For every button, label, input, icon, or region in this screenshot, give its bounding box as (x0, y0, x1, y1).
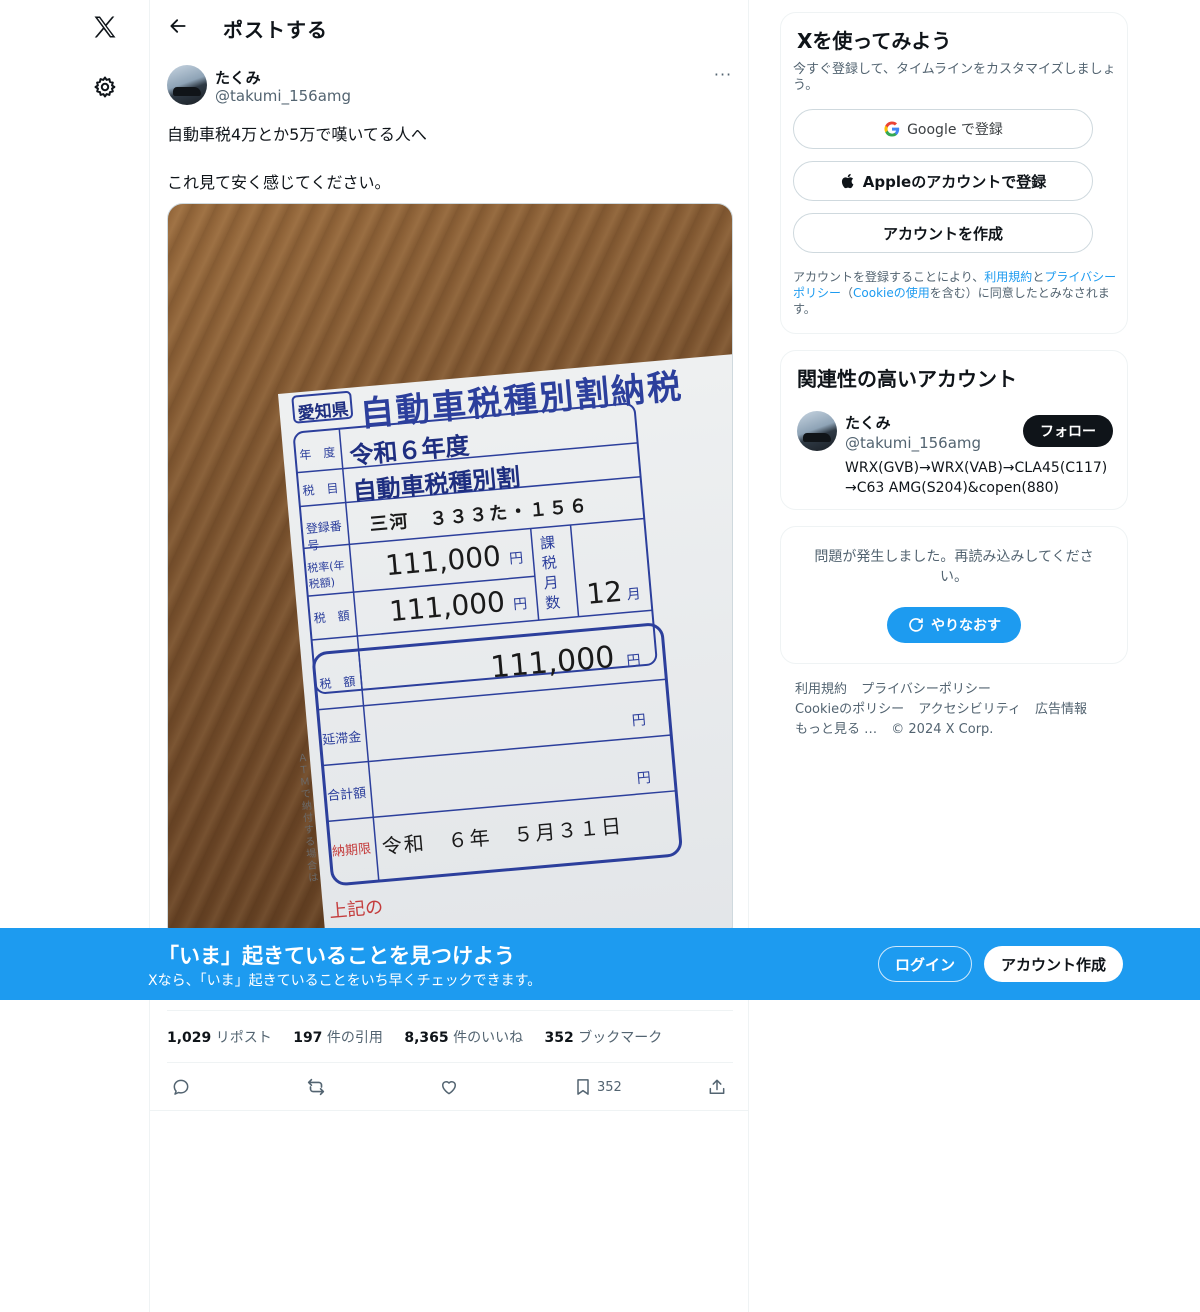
banner-title: 「いま」起きていることを見つけよう (158, 944, 515, 968)
rate-label: 税率(年税額) (306, 558, 346, 592)
apple-icon (840, 172, 857, 190)
retry-button[interactable]: やりなおす (887, 607, 1021, 643)
footer-link-ads[interactable]: 広告情報 (1035, 702, 1087, 717)
apple-signup-button[interactable]: Appleのアカウントで登録 (793, 161, 1093, 201)
footer-link-accessibility[interactable]: アクセシビリティ (918, 702, 1021, 717)
month-unit: 月 (626, 586, 642, 604)
avatar[interactable] (797, 411, 837, 451)
yen-unit: 円 (631, 712, 647, 730)
legal-text: アカウントを登録することにより、利用規約とプライバシーポリシー（Cookieの使… (793, 270, 1117, 316)
google-signup-button[interactable]: Google で登録 (793, 109, 1093, 149)
create-account-banner-button[interactable]: アカウント作成 (984, 946, 1123, 982)
year-label: 年 度 (298, 445, 336, 463)
create-account-button[interactable]: アカウントを作成 (793, 213, 1093, 253)
tax-notice-paper: 愛知県 自動車税種別割納税 年 度 令和６年度 税 目 自動車税種別割 登録番号… (278, 348, 732, 942)
left-nav (0, 0, 150, 1312)
tax-item-label: 税 目 (301, 481, 340, 499)
author-handle[interactable]: @takumi_156amg (215, 87, 351, 105)
yen-unit: 円 (636, 769, 652, 788)
signup-banner: 「いま」起きていることを見つけよう Xなら、「いま」起きていることをいち早くチェ… (0, 928, 1200, 1000)
divider (167, 1010, 733, 1011)
terms-link[interactable]: 利用規約 (984, 270, 1032, 284)
footer-link-more[interactable]: もっと見る … (795, 722, 877, 737)
divider (167, 1062, 733, 1063)
plate-label: 登録番号 (305, 518, 343, 553)
divider (150, 1110, 748, 1111)
tax-label: 税 額 (313, 608, 351, 626)
quotes-stat[interactable]: 197 件の引用 (293, 1030, 383, 1046)
share-icon[interactable] (707, 1074, 727, 1100)
late-fee-label: 延滞金 (321, 730, 362, 749)
reposts-stat[interactable]: 1,029 リポスト (167, 1030, 272, 1046)
footer-links: 利用規約 プライバシーポリシー Cookieのポリシー アクセシビリティ 広告情… (795, 680, 1125, 740)
signup-card-title: Xを使ってみよう (797, 29, 952, 53)
sum-label: 合計額 (326, 785, 367, 805)
prefecture-label: 愛知県 (296, 399, 350, 425)
create-account-label: アカウントを作成 (882, 224, 1003, 243)
bookmark-icon (573, 1077, 593, 1097)
arrow-left-icon[interactable] (164, 12, 192, 40)
yen-unit: 円 (512, 596, 528, 614)
post-header: ポストする (150, 0, 748, 54)
footer-link-cookie[interactable]: Cookieのポリシー (795, 702, 904, 717)
bookmarks-stat[interactable]: 352 ブックマーク (545, 1030, 663, 1046)
related-card-title: 関連性の高いアカウント (797, 367, 1017, 391)
google-icon (883, 120, 901, 138)
likes-stat[interactable]: 8,365 件のいいね (404, 1030, 523, 1046)
x-logo-icon[interactable] (88, 10, 122, 44)
related-bio: WRX(GVB)→WRX(VAB)→CLA45(C117) →C63 AMG(S… (845, 460, 1108, 496)
bookmark-count: 352 (597, 1079, 622, 1095)
post-text-line: 自動車税4万とか5万で嘆いてる人へ (167, 125, 427, 144)
post-actions: 352 (167, 1072, 733, 1104)
post-stats: 1,029 リポスト 197 件の引用 8,365 件のいいね 352 ブックマ… (167, 1027, 679, 1047)
signup-card: Xを使ってみよう 今すぐ登録して、タイムラインをカスタマイズしましょう。 Goo… (780, 12, 1128, 334)
page-title: ポストする (223, 18, 328, 42)
months-value: 12 (585, 574, 624, 611)
more-options-icon[interactable]: ··· (712, 66, 734, 86)
banner-subtitle: Xなら、「いま」起きていることをいち早くチェックできます。 (148, 973, 542, 989)
error-card: 問題が発生しました。再読み込みしてください。 やりなおす (780, 526, 1128, 664)
avatar[interactable] (167, 65, 207, 105)
copyright: © 2024 X Corp. (891, 722, 994, 737)
post-photo[interactable]: 愛知県 自動車税種別割納税 年 度 令和６年度 税 目 自動車税種別割 登録番号… (167, 203, 733, 943)
related-name[interactable]: たくみ (845, 412, 891, 433)
related-handle[interactable]: @takumi_156amg (845, 434, 981, 452)
error-message: 問題が発生しました。再読み込みしてください。 (814, 549, 1094, 585)
total-tax-label: 税 額 (318, 674, 356, 692)
yen-unit: 円 (625, 652, 642, 670)
cookie-link[interactable]: Cookieの使用 (853, 286, 930, 300)
main-column: ポストする たくみ @takumi_156amg ··· 自動車税4万とか5万で… (149, 0, 749, 1312)
google-signup-label: Google で登録 (907, 122, 1003, 138)
footer-link-terms[interactable]: 利用規約 (795, 682, 847, 697)
post-text-line: これ見て安く感じてください。 (167, 173, 391, 192)
related-accounts-card: 関連性の高いアカウント たくみ @takumi_156amg WRX(GVB)→… (780, 350, 1128, 510)
refresh-icon (907, 616, 925, 634)
footer-link-privacy[interactable]: プライバシーポリシー (861, 682, 991, 697)
bookmark-button[interactable]: 352 (573, 1074, 622, 1100)
heart-icon[interactable] (439, 1074, 459, 1100)
repost-icon[interactable] (305, 1074, 327, 1100)
deadline-label: 納期限 (331, 841, 372, 860)
apple-signup-label: Appleのアカウントで登録 (862, 172, 1047, 191)
gear-icon[interactable] (90, 72, 120, 102)
signup-card-subtitle: 今すぐ登録して、タイムラインをカスタマイズしましょう。 (793, 62, 1116, 93)
reply-icon[interactable] (171, 1074, 191, 1100)
bottom-note: 上記の (328, 896, 385, 923)
login-button[interactable]: ログイン (878, 946, 972, 982)
yen-unit: 円 (508, 550, 524, 568)
retry-label: やりなおす (931, 618, 1001, 634)
follow-button[interactable]: フォロー (1023, 415, 1113, 447)
author-name[interactable]: たくみ (215, 67, 261, 88)
